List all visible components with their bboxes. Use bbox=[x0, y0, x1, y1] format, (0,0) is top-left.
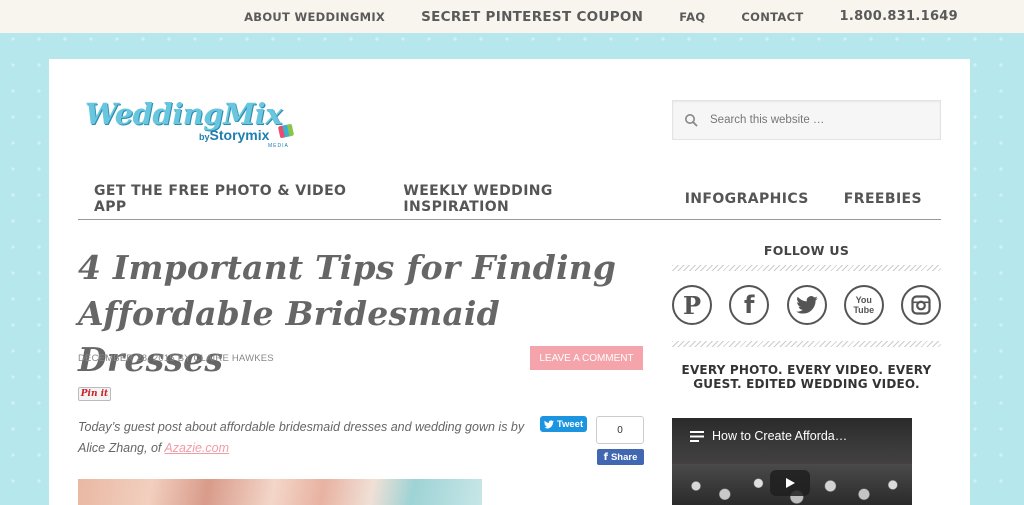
instagram-icon[interactable] bbox=[901, 285, 941, 325]
article-photo bbox=[78, 479, 482, 505]
logo-wordmark: WeddingMix bbox=[85, 97, 283, 131]
logo-media-tag: MEDIA bbox=[268, 143, 289, 149]
nav-coupon-link[interactable]: SECRET PINTEREST COUPON bbox=[421, 9, 643, 25]
playlist-icon bbox=[690, 430, 704, 442]
follow-divider bbox=[672, 265, 941, 271]
phone-number-link[interactable]: 1.800.831.1649 bbox=[839, 9, 958, 24]
search-box bbox=[672, 100, 941, 140]
nav-contact-link[interactable]: CONTACT bbox=[741, 10, 803, 24]
search-input[interactable] bbox=[710, 114, 930, 126]
twitter-icon[interactable] bbox=[786, 285, 827, 325]
tweet-label: Tweet bbox=[556, 418, 584, 430]
logo-byline: byStorymix bbox=[199, 127, 270, 143]
video-embed[interactable]: How to Create Afforda… bbox=[672, 418, 912, 505]
tweet-button[interactable]: Tweet bbox=[540, 416, 587, 432]
article-intro-text: Today’s guest post about affordable brid… bbox=[78, 420, 525, 455]
share-label: Share bbox=[610, 451, 638, 463]
promo-text: EVERY PHOTO. EVERY VIDEO. EVERY GUEST. E… bbox=[681, 363, 932, 391]
youtube-label: You Tube bbox=[853, 295, 875, 315]
article-intro: Today’s guest post about affordable brid… bbox=[78, 417, 533, 459]
article-author[interactable]: CLAIRE HAWKES bbox=[193, 353, 273, 364]
logo-film-icon bbox=[277, 123, 295, 139]
nav-faq-link[interactable]: FAQ bbox=[679, 10, 705, 24]
social-icons: P f You Tube bbox=[672, 285, 941, 325]
article-meta: DECEMBER 28, 2015 BY CLAIRE HAWKES bbox=[78, 353, 274, 364]
nav-freebies-link[interactable]: FREEBIES bbox=[844, 191, 922, 207]
pinterest-icon[interactable]: P bbox=[672, 285, 712, 325]
leave-comment-button[interactable]: LEAVE A COMMENT bbox=[530, 346, 643, 370]
article-by: BY bbox=[177, 353, 191, 364]
video-title-bar: How to Create Afforda… bbox=[690, 429, 847, 443]
main-navigation: GET THE FREE PHOTO & VIDEO APP WEEKLY WE… bbox=[78, 178, 941, 220]
nav-infographics-link[interactable]: INFOGRAPHICS bbox=[685, 191, 809, 207]
azazie-link[interactable]: Azazie.com bbox=[164, 441, 229, 455]
site-logo[interactable]: WeddingMix byStorymix MEDIA bbox=[85, 97, 305, 149]
twitter-bird-icon bbox=[543, 419, 554, 428]
facebook-icon[interactable]: f bbox=[729, 285, 770, 325]
play-icon bbox=[786, 478, 795, 488]
follow-us-heading: FOLLOW US bbox=[763, 243, 850, 258]
facebook-share-button[interactable]: f Share bbox=[597, 449, 644, 465]
nav-free-app-link[interactable]: GET THE FREE PHOTO & VIDEO APP bbox=[94, 183, 368, 215]
video-title[interactable]: How to Create Afforda… bbox=[712, 429, 847, 443]
share-count: 0 bbox=[596, 416, 644, 444]
article-date: DECEMBER 28, 2015 bbox=[78, 353, 175, 364]
pin-it-button[interactable]: Pin it bbox=[78, 387, 111, 401]
youtube-icon[interactable]: You Tube bbox=[843, 285, 884, 325]
promo-divider bbox=[672, 341, 941, 347]
facebook-f-icon: f bbox=[603, 451, 608, 463]
nav-about-link[interactable]: ABOUT WEDDINGMIX bbox=[244, 10, 385, 24]
top-navigation: ABOUT WEDDINGMIX SECRET PINTEREST COUPON… bbox=[0, 0, 1024, 33]
play-button[interactable] bbox=[770, 470, 810, 496]
content-card: WeddingMix byStorymix MEDIA GET THE FREE… bbox=[49, 59, 970, 505]
nav-inspiration-link[interactable]: WEEKLY WEDDING INSPIRATION bbox=[403, 183, 649, 215]
search-icon bbox=[685, 114, 698, 127]
